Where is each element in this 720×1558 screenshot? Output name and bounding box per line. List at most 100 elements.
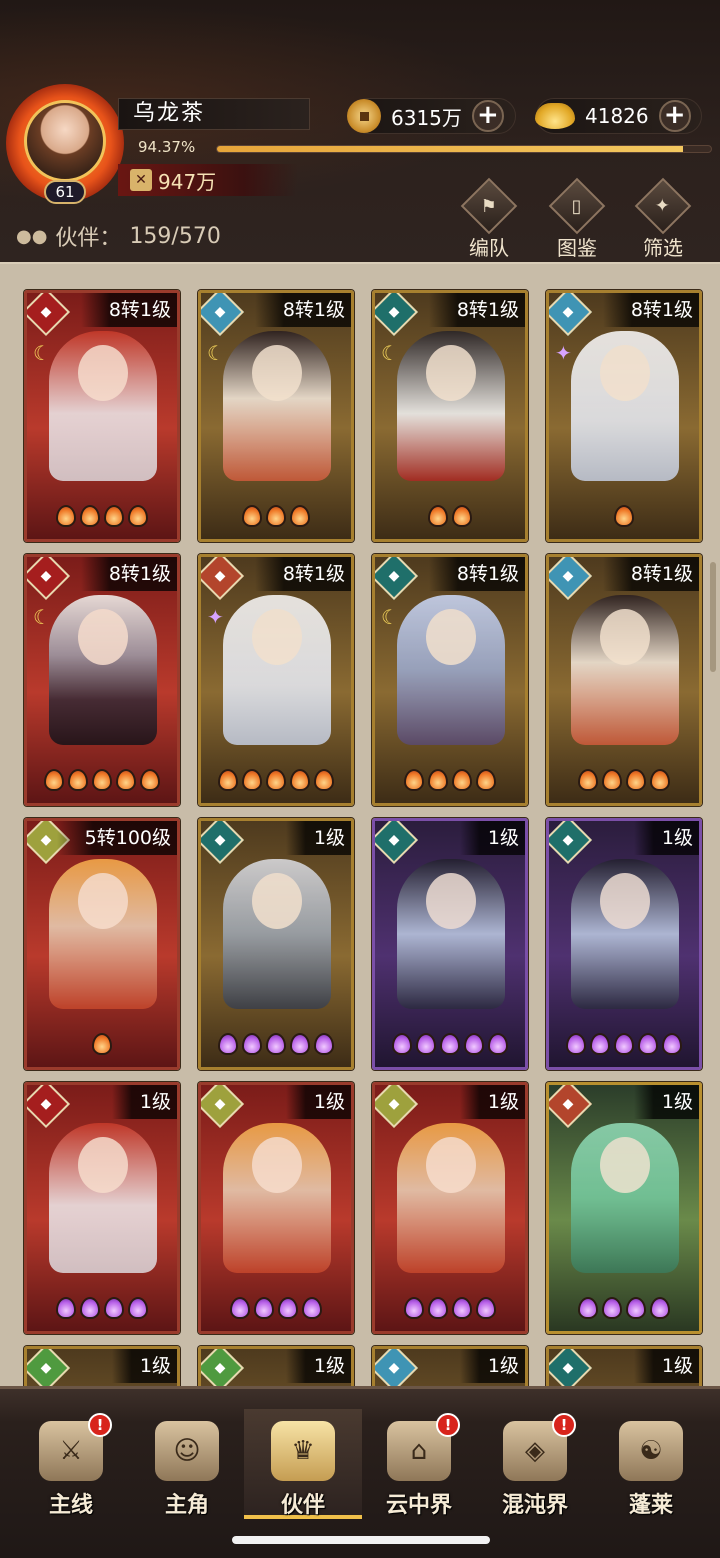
partner-rank: 8转1级 <box>254 557 351 591</box>
faction-emblem-icon: ◆ <box>375 821 419 865</box>
flame-star-icon <box>428 769 448 791</box>
partner-card[interactable]: ◆ 8转1级 ☾ <box>24 554 180 806</box>
partner-card[interactable]: ◆ 1级 <box>198 1082 354 1334</box>
codex-label: 图鉴 <box>557 236 597 260</box>
nav-protagonist[interactable]: ☺ 主角 <box>128 1409 246 1519</box>
star-rating <box>201 505 351 535</box>
flame-star-icon <box>452 769 472 791</box>
add-ingots-button[interactable]: + <box>658 100 691 132</box>
partner-rank: 1级 <box>459 821 525 855</box>
home-indicator[interactable] <box>232 1536 490 1544</box>
partner-rank: 1级 <box>633 1349 699 1383</box>
partner-portrait <box>397 331 505 481</box>
partner-card[interactable]: ◆ 1级 <box>372 818 528 1070</box>
partner-card[interactable]: ◆ 8转1级 ☾ <box>198 290 354 542</box>
partner-card[interactable]: ◆ 1级 <box>24 1346 180 1386</box>
flame-star-icon <box>68 769 88 791</box>
flame-star-icon <box>428 1297 448 1319</box>
sparkle-icon: ✦ <box>207 605 224 629</box>
star-rating <box>549 505 699 535</box>
flame-star-icon <box>290 769 310 791</box>
partner-card[interactable]: ◆ 8转1级 ☾ <box>372 554 528 806</box>
partner-card[interactable]: ◆ 1级 <box>24 1082 180 1334</box>
faction-emblem-icon: ◆ <box>201 293 245 337</box>
faction-emblem-icon: ◆ <box>375 1085 419 1129</box>
partner-card[interactable]: ◆ 5转100级 <box>24 818 180 1070</box>
faction-emblem-icon: ◆ <box>201 557 245 601</box>
flame-star-icon <box>104 505 124 527</box>
partner-rank: 8转1级 <box>254 293 351 327</box>
alert-badge: ! <box>88 1413 112 1437</box>
flame-star-icon <box>566 1033 586 1055</box>
flame-star-icon <box>302 1297 322 1319</box>
partner-card[interactable]: ◆ 1级 <box>546 1346 702 1386</box>
formation-button[interactable]: ⚑ 编队 <box>454 177 524 260</box>
codex-button[interactable]: ▯ 图鉴 <box>542 177 612 260</box>
partner-rank: 1级 <box>285 821 351 855</box>
partner-card[interactable]: ◆ 8转1级 ✦ <box>198 554 354 806</box>
nav-main-story[interactable]: ⚔ 主线 ! <box>12 1409 130 1519</box>
avatar[interactable] <box>24 100 106 182</box>
player-name: 乌龙茶 <box>118 98 310 130</box>
partner-card[interactable]: ◆ 8转1级 <box>546 554 702 806</box>
flag-icon: ⚑ <box>460 177 518 235</box>
crossed-swords-icon: ✕ <box>130 169 152 191</box>
partner-grid[interactable]: ◆ 8转1级 ☾ ◆ 8转1级 ☾ ◆ 8转1级 ☾ ◆ 8转1级 ✦ ◆ 8转1级 ☾ ◆ 8转1级 ✦ ◆ 8转1… <box>0 262 720 1386</box>
faction-emblem-icon: ◆ <box>375 293 419 337</box>
partner-count-label: 伙伴： <box>55 226 122 251</box>
partner-portrait <box>397 595 505 745</box>
flame-star-icon <box>416 1033 436 1055</box>
flame-star-icon <box>44 769 64 791</box>
star-rating <box>375 769 525 799</box>
nav-partners[interactable]: ♛ 伙伴 <box>244 1409 362 1519</box>
partner-rank: 1级 <box>285 1085 351 1119</box>
partner-card[interactable]: ◆ 1级 <box>546 1082 702 1334</box>
flame-star-icon <box>614 1033 634 1055</box>
nav-chaos-realm[interactable]: ◈ 混沌界 ! <box>476 1409 594 1519</box>
partner-rank: 8转1级 <box>428 293 525 327</box>
partner-card[interactable]: ◆ 1级 <box>546 818 702 1070</box>
faction-emblem-icon: ◆ <box>27 557 71 601</box>
partner-portrait <box>397 859 505 1009</box>
flame-star-icon <box>590 1033 610 1055</box>
star-rating <box>27 505 177 535</box>
add-coins-button[interactable]: + <box>471 100 504 132</box>
partner-count: ●● 伙伴： 159/570 <box>16 220 221 252</box>
coin-value: 6315万 <box>391 105 462 130</box>
partner-card[interactable]: ◆ 1级 <box>372 1346 528 1386</box>
partner-card[interactable]: ◆ 1级 <box>198 818 354 1070</box>
star-rating <box>201 1297 351 1327</box>
faction-emblem-icon: ◆ <box>201 821 245 865</box>
flame-star-icon <box>602 769 622 791</box>
nav-cloud-realm[interactable]: ⌂ 云中界 ! <box>360 1409 478 1519</box>
partner-rank: 1级 <box>111 1085 177 1119</box>
hero-portrait-icon: ☺ <box>155 1421 219 1481</box>
partner-card[interactable]: ◆ 1级 <box>372 1082 528 1334</box>
flame-star-icon <box>404 769 424 791</box>
flame-star-icon <box>452 1297 472 1319</box>
partner-card[interactable]: ◆ 8转1级 ✦ <box>546 290 702 542</box>
scrollbar[interactable] <box>710 562 716 672</box>
flame-star-icon <box>266 505 286 527</box>
partner-rank: 1级 <box>285 1349 351 1383</box>
star-rating <box>201 769 351 799</box>
flame-star-icon <box>314 1033 334 1055</box>
flame-star-icon <box>638 1033 658 1055</box>
partner-rank: 1级 <box>633 821 699 855</box>
partner-rank: 1级 <box>633 1085 699 1119</box>
flame-star-icon <box>578 1297 598 1319</box>
alert-badge: ! <box>552 1413 576 1437</box>
filter-button[interactable]: ✦ 筛选 <box>628 177 698 260</box>
flame-star-icon <box>104 1297 124 1319</box>
sparkle-icon: ✦ <box>555 341 572 365</box>
partner-card[interactable]: ◆ 1级 <box>198 1346 354 1386</box>
partner-card[interactable]: ◆ 8转1级 ☾ <box>372 290 528 542</box>
sage-icon: ☯ <box>619 1421 683 1481</box>
nav-penglai[interactable]: ☯ 蓬莱 <box>592 1409 710 1519</box>
partner-portrait <box>49 1123 157 1273</box>
faction-emblem-icon: ◆ <box>375 1349 419 1386</box>
faction-emblem-icon: ◆ <box>549 557 593 601</box>
star-rating <box>201 1033 351 1063</box>
partner-card[interactable]: ◆ 8转1级 ☾ <box>24 290 180 542</box>
flame-star-icon <box>278 1297 298 1319</box>
